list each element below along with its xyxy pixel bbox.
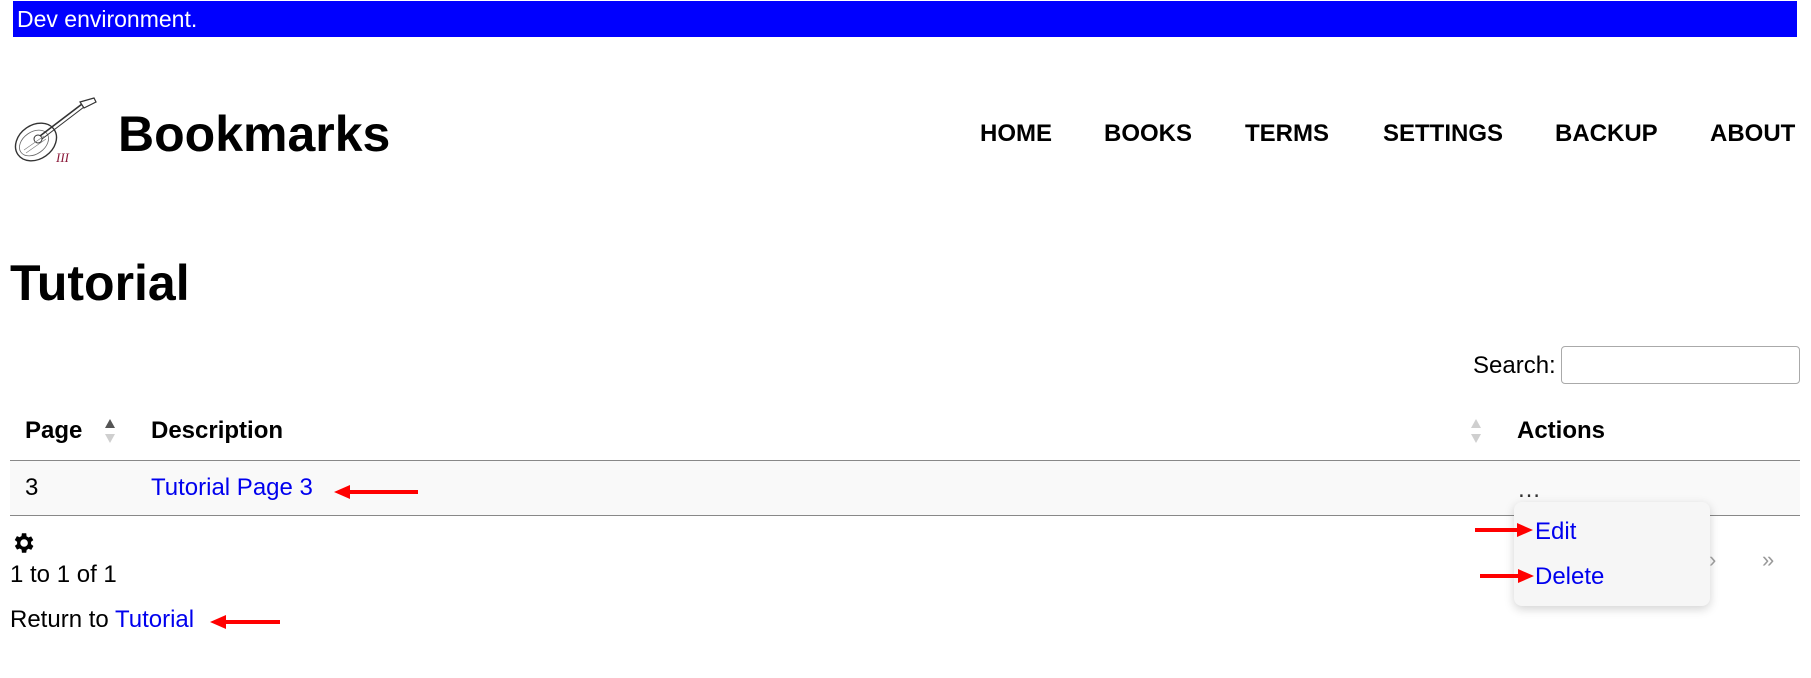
table-info: 1 to 1 of 1 xyxy=(10,561,117,588)
pagination-last[interactable]: » xyxy=(1762,547,1774,573)
nav-terms[interactable]: TERMS xyxy=(1245,120,1329,148)
site-title: Bookmarks xyxy=(118,106,391,162)
annotation-arrow-left-icon xyxy=(210,615,280,629)
pagination-next[interactable]: › xyxy=(1709,547,1716,573)
annotation-arrow-left-icon xyxy=(334,485,418,499)
dev-environment-banner: Dev environment. xyxy=(13,1,1797,37)
return-line: Return to Tutorial xyxy=(10,605,194,635)
page-title: Tutorial xyxy=(10,255,190,311)
search-label: Search: xyxy=(1473,352,1556,379)
return-link[interactable]: Tutorial xyxy=(115,606,194,633)
edit-menu-item[interactable]: Edit xyxy=(1535,517,1576,547)
actions-menu-trigger[interactable]: … xyxy=(1517,475,1541,505)
column-header-description[interactable]: Description xyxy=(151,416,283,446)
nav-home[interactable]: HOME xyxy=(980,120,1052,148)
annotation-arrow-right-icon xyxy=(1480,569,1534,583)
svg-text:III: III xyxy=(55,150,70,165)
row-page-cell: 3 xyxy=(25,474,39,501)
row-description-link[interactable]: Tutorial Page 3 xyxy=(151,473,313,503)
column-header-actions: Actions xyxy=(1517,417,1606,444)
sort-ascending-icon[interactable] xyxy=(103,418,117,444)
lute-logo-icon[interactable]: III xyxy=(10,96,102,168)
actions-dropdown-menu: Edit Delete xyxy=(1514,502,1710,606)
nav-about[interactable]: ABOUT xyxy=(1710,120,1795,148)
annotation-arrow-right-icon xyxy=(1475,523,1533,537)
column-header-page[interactable]: Page xyxy=(25,416,82,446)
page: Dev environment. III Bookmarks HOME BOOK… xyxy=(0,0,1811,678)
search-input[interactable] xyxy=(1561,346,1800,384)
gear-icon[interactable] xyxy=(10,530,36,556)
sort-unsorted-icon[interactable] xyxy=(1469,418,1483,444)
return-prefix: Return to xyxy=(10,606,109,633)
nav-settings[interactable]: SETTINGS xyxy=(1383,120,1503,148)
nav-backup[interactable]: BACKUP xyxy=(1555,120,1658,148)
delete-menu-item[interactable]: Delete xyxy=(1535,562,1604,592)
nav-books[interactable]: BOOKS xyxy=(1104,120,1192,148)
